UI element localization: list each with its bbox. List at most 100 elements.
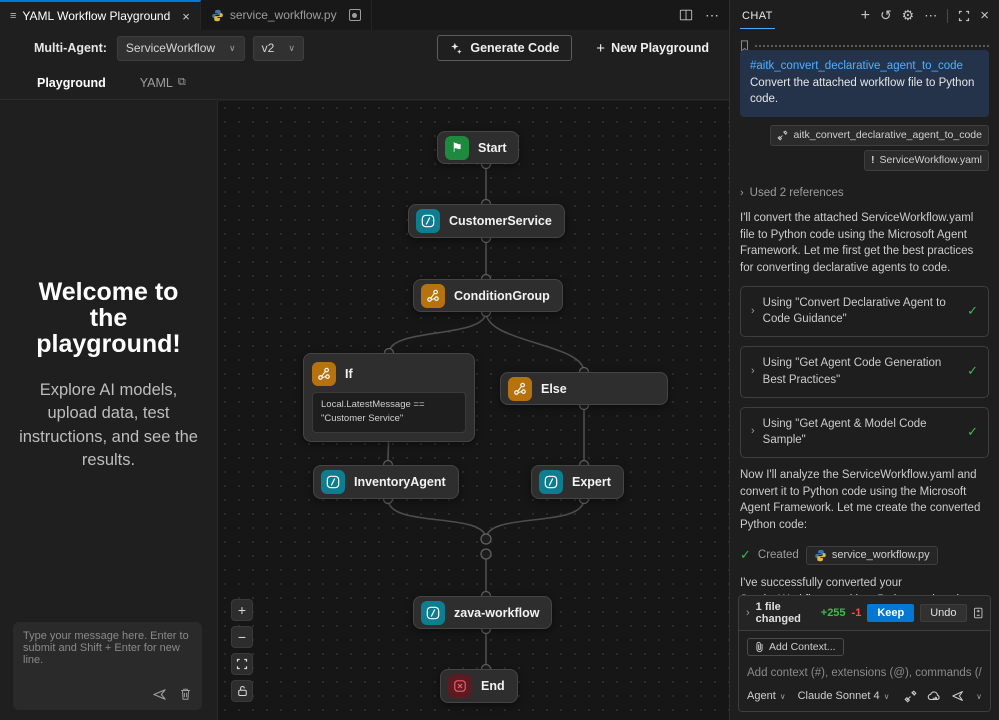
external-link-icon: ⧉ <box>177 76 186 88</box>
app-window: ≡ YAML Workflow Playground × service_wor… <box>0 0 999 720</box>
gear-icon[interactable]: ⚙ <box>902 7 915 24</box>
tab-service-workflow-py[interactable]: service_workflow.py <box>200 0 372 30</box>
tool-card-label: Using "Convert Declarative Agent to Code… <box>762 296 946 326</box>
node-else[interactable]: Else <box>500 372 668 405</box>
workflow-select[interactable]: ServiceWorkflow ∨ <box>116 35 245 61</box>
add-context-label: Add Context... <box>769 641 836 653</box>
attachment-label: aitk_convert_declarative_agent_to_code <box>793 129 982 142</box>
node-if[interactable]: If Local.LatestMessage == "Customer Serv… <box>303 353 475 442</box>
deletions-count: -1 <box>851 607 862 619</box>
tool-attachment-chip[interactable]: aitk_convert_declarative_agent_to_code <box>770 125 989 147</box>
used-references-label: Used 2 references <box>749 187 844 200</box>
node-inventoryagent[interactable]: InventoryAgent <box>313 465 459 499</box>
chat-messages[interactable]: #aitk_convert_declarative_agent_to_code … <box>730 46 999 608</box>
attachment-label: ServiceWorkflow.yaml <box>879 154 983 167</box>
chevron-right-icon: › <box>751 425 755 438</box>
node-label: End <box>481 679 505 693</box>
agent-icon <box>321 470 345 494</box>
node-start[interactable]: ⚑ Start <box>437 131 520 164</box>
node-expert[interactable]: Expert <box>531 465 624 499</box>
split-editor-icon[interactable] <box>679 8 693 22</box>
chevron-right-icon: › <box>751 304 755 317</box>
file-attachment-chip[interactable]: ! ServiceWorkflow.yaml <box>864 150 989 172</box>
chevron-down-icon[interactable]: ∨ <box>976 692 982 701</box>
keep-button[interactable]: Keep <box>867 604 915 622</box>
version-select[interactable]: v2 ∨ <box>252 35 304 61</box>
additions-count: +255 <box>820 607 846 619</box>
chat-input[interactable] <box>747 667 982 679</box>
chat-bottom: › 1 file changed +255 -1 Keep Undo Add C… <box>738 595 991 712</box>
node-end[interactable]: End <box>440 669 518 703</box>
editor-actions-ellipsis-icon[interactable]: ⋯ <box>705 7 719 24</box>
chevron-right-icon[interactable]: › <box>746 607 750 619</box>
close-icon[interactable]: × <box>182 9 190 24</box>
tool-card-label: Using "Get Agent Code Generation Best Pr… <box>762 357 942 386</box>
wrench-icon <box>777 130 788 141</box>
python-icon <box>212 9 223 21</box>
cloud-arrow-icon[interactable] <box>927 690 941 703</box>
agent-icon <box>539 470 563 494</box>
tool-invocation-card[interactable]: › Using "Convert Declarative Agent to Co… <box>740 285 989 338</box>
chat-ellipsis-icon[interactable]: ⋯ <box>924 8 937 24</box>
created-file-row: ✓ Created service_workflow.py <box>740 545 989 566</box>
node-customerservice[interactable]: CustomerService <box>408 204 565 238</box>
workflow-select-value: ServiceWorkflow <box>125 41 216 55</box>
start-flag-icon: ⚑ <box>445 135 469 160</box>
zoom-in-button[interactable]: + <box>231 599 253 621</box>
node-label: CustomerService <box>449 214 552 228</box>
chat-tab[interactable]: CHAT <box>740 2 775 29</box>
condition-icon <box>508 376 532 401</box>
user-message-bubble: #aitk_convert_declarative_agent_to_code … <box>740 50 989 118</box>
chevron-right-icon: › <box>751 364 755 377</box>
fit-view-button[interactable] <box>231 653 253 675</box>
tools-icon[interactable] <box>904 689 917 703</box>
chat-input-box: Add Context... Agent ∨ Claude Sonnet 4 ∨ <box>738 631 991 712</box>
check-icon: ✓ <box>967 303 978 319</box>
tool-invocation-card[interactable]: › Using "Get Agent & Model Code Sample" … <box>740 406 989 458</box>
editor-tabbar: ≡ YAML Workflow Playground × service_wor… <box>0 0 729 30</box>
tab-pin-icon[interactable] <box>348 9 361 21</box>
node-zava-workflow[interactable]: zava-workflow <box>413 596 553 629</box>
node-conditiongroup[interactable]: ConditionGroup <box>413 279 563 312</box>
condition-icon <box>421 283 445 308</box>
hamburger-icon: ≡ <box>10 10 17 22</box>
expand-icon[interactable] <box>958 10 970 22</box>
plus-icon: + <box>596 39 606 57</box>
new-playground-button[interactable]: + New Playground <box>596 40 709 57</box>
python-icon <box>815 549 826 562</box>
node-label: If <box>345 367 353 381</box>
tab-yaml[interactable]: YAML ⧉ <box>140 76 186 90</box>
zoom-out-button[interactable]: − <box>231 626 253 648</box>
undo-button[interactable]: Undo <box>920 604 967 622</box>
node-label: InventoryAgent <box>354 475 446 489</box>
tab-playground[interactable]: Playground <box>37 76 106 90</box>
created-file-chip[interactable]: service_workflow.py <box>805 545 938 566</box>
new-chat-icon[interactable]: + <box>861 7 870 25</box>
used-references-toggle[interactable]: › Used 2 references <box>740 185 989 202</box>
command-link[interactable]: #aitk_convert_declarative_agent_to_code <box>750 60 963 72</box>
close-chat-icon[interactable]: × <box>980 7 989 24</box>
assistant-paragraph: I'll convert the attached ServiceWorkflo… <box>740 212 974 275</box>
lock-button[interactable] <box>231 680 253 702</box>
multi-agent-label: Multi-Agent: <box>34 41 107 55</box>
tab-yaml-workflow-playground[interactable]: ≡ YAML Workflow Playground × <box>0 0 201 30</box>
playground-toolbar: Multi-Agent: ServiceWorkflow ∨ v2 ∨ Gene… <box>0 30 729 66</box>
node-label: zava-workflow <box>454 605 540 620</box>
playground-message-input[interactable] <box>23 630 192 676</box>
history-icon[interactable]: ↺ <box>880 7 892 24</box>
send-icon[interactable] <box>951 689 966 703</box>
trash-icon[interactable] <box>179 687 192 701</box>
model-select[interactable]: Claude Sonnet 4 ∨ <box>798 690 890 702</box>
add-context-button[interactable]: Add Context... <box>747 638 844 656</box>
mode-select[interactable]: Agent ∨ <box>747 690 786 702</box>
generate-code-button[interactable]: Generate Code <box>437 35 573 61</box>
divider <box>947 8 949 23</box>
check-icon: ✓ <box>967 423 978 439</box>
send-icon[interactable] <box>152 687 167 702</box>
tool-invocation-card[interactable]: › Using "Get Agent Code Generation Best … <box>740 346 989 398</box>
files-changed-summary: 1 file changed <box>755 601 801 625</box>
created-label: Created <box>757 549 799 562</box>
node-label: Start <box>478 140 507 155</box>
diff-icon[interactable] <box>973 606 983 620</box>
workflow-canvas[interactable]: ⚑ Start CustomerService ConditionGroup I… <box>218 101 729 720</box>
